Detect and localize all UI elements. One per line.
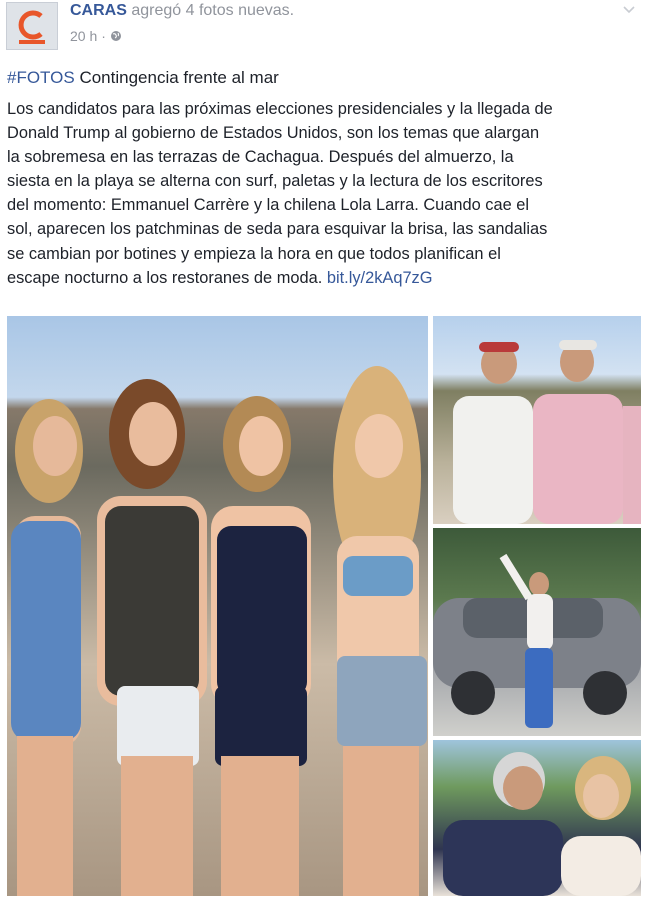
timestamp-link[interactable]: 20 h <box>70 28 97 44</box>
photo-man-car[interactable] <box>433 528 641 736</box>
photo-car-illustration <box>433 553 641 728</box>
body-line: del momento: Emmanuel Carrère y la chile… <box>7 196 530 215</box>
post-meta: 20 h · <box>70 28 122 44</box>
photo-couple-illustration <box>443 752 641 896</box>
photo-men-illustration <box>453 340 641 524</box>
photo-couple[interactable] <box>433 740 641 896</box>
body-line: siesta en la playa se alterna con surf, … <box>7 172 543 191</box>
caras-logo-icon <box>18 10 45 44</box>
photo-men-outdoors[interactable] <box>433 316 641 524</box>
page-avatar[interactable] <box>6 2 58 50</box>
photo-girls-beach[interactable] <box>7 316 428 896</box>
globe-icon[interactable] <box>110 30 122 42</box>
facebook-post: CARAS agregó 4 fotos nuevas. 20 h · #FOT… <box>0 0 650 897</box>
body-line: sol, aparecen los patchminas de seda par… <box>7 220 548 239</box>
body-line-last: escape nocturno a los restoranes de moda… <box>7 266 647 290</box>
body-line: se cambian por botines y empieza la hora… <box>7 244 501 263</box>
chevron-down-icon[interactable] <box>622 4 636 16</box>
body-line: la sobremesa en las terrazas de Cachagua… <box>7 148 514 167</box>
body-line: Los candidatos para las próximas eleccio… <box>7 100 553 118</box>
headline-text: Contingencia frente al mar <box>79 68 279 87</box>
post-headline: #FOTOS Contingencia frente al mar <box>7 68 279 88</box>
photo-girls-illustration <box>11 366 427 896</box>
post-header-line: CARAS agregó 4 fotos nuevas. <box>70 2 294 20</box>
page-name-link[interactable]: CARAS <box>70 2 127 19</box>
short-link[interactable]: bit.ly/2kAq7zG <box>327 269 433 287</box>
body-line: Donald Trump al gobierno de Estados Unid… <box>7 124 540 143</box>
action-text: agregó 4 fotos nuevas. <box>131 2 295 19</box>
body-line-text: escape nocturno a los restoranes de moda… <box>7 268 323 287</box>
hashtag-link[interactable]: #FOTOS <box>7 68 75 87</box>
post-body: Los candidatos para las próximas eleccio… <box>7 97 647 290</box>
meta-separator: · <box>101 28 106 44</box>
